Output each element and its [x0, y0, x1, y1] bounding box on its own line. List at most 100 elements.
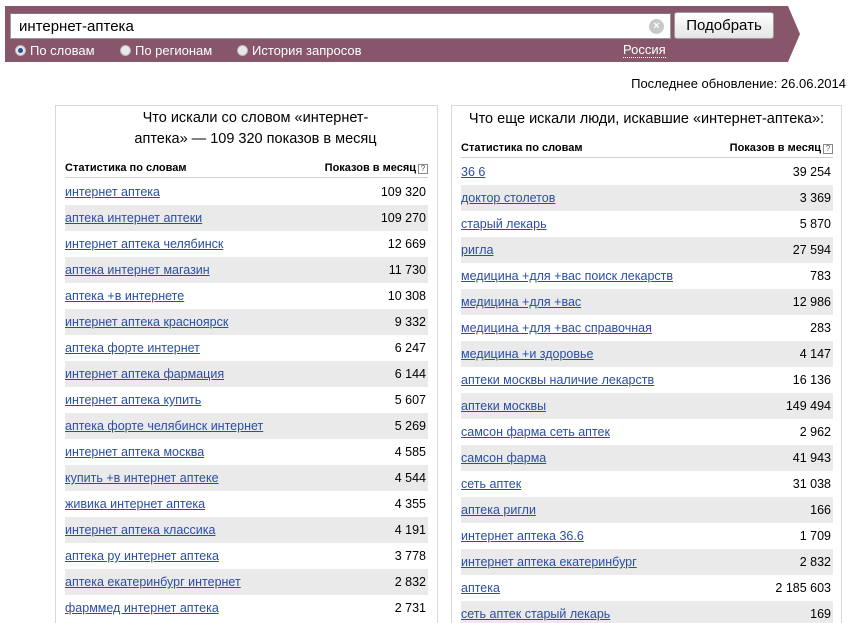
query-link[interactable]: медицина +для +вас поиск лекарств [461, 269, 673, 283]
query-link[interactable]: ригла [461, 243, 493, 257]
query-link[interactable]: интернет аптека классика [65, 523, 215, 537]
query-link[interactable]: аптеки москвы [461, 399, 546, 413]
table-row: интернет аптека 109 320 [65, 179, 428, 205]
query-link[interactable]: сеть аптек старый лекарь [461, 607, 610, 621]
table-header: Статистика по словам Показов в месяц? [461, 140, 833, 158]
query-link[interactable]: интернет аптека москва [65, 445, 204, 459]
impressions-count: 16 136 [792, 373, 831, 387]
impressions-count: 169 [810, 607, 831, 621]
impressions-count: 27 594 [792, 243, 831, 257]
impressions-count: 5 870 [799, 217, 831, 231]
radio-icon[interactable] [120, 45, 131, 56]
impressions-count: 3 778 [394, 549, 426, 563]
region-selector-link[interactable]: Россия [623, 42, 666, 58]
table-row: фарммед интернет аптека 2 731 [65, 595, 428, 621]
query-link[interactable]: интернет аптека челябинск [65, 237, 223, 251]
impressions-count: 6 144 [394, 367, 426, 381]
table-row: аптека екатеринбург интернет 2 832 [65, 569, 428, 595]
query-link[interactable]: самсон фарма сеть аптек [461, 425, 610, 439]
query-link[interactable]: самсон фарма [461, 451, 546, 465]
impressions-count: 12 669 [387, 237, 426, 251]
radio-selected-icon[interactable] [15, 45, 26, 56]
panel-title: Что еще искали люди, искавшие «интернет-… [468, 111, 825, 127]
impressions-count: 31 038 [792, 477, 831, 491]
query-link[interactable]: аптека интернет аптеки [65, 211, 202, 225]
related-queries-table: 36 6 39 254 доктор столетов 3 369 старый лек… [461, 159, 833, 623]
query-link[interactable]: аптека [461, 581, 500, 595]
impressions-count: 12 986 [792, 295, 831, 309]
panel-title: Что искали со словом «интернет- аптека» … [56, 106, 437, 150]
query-link[interactable]: интернет аптека купить [65, 393, 201, 407]
word-stats-table: интернет аптека 109 320 аптека интернет ап… [65, 179, 428, 621]
impressions-count: 41 943 [792, 451, 831, 465]
impressions-count: 4 355 [394, 497, 426, 511]
table-row: интернет аптека москва 4 585 [65, 439, 428, 465]
impressions-count: 166 [810, 503, 831, 517]
mode-by-words[interactable]: По словам [15, 43, 95, 58]
table-row: интернет аптека челябинск 12 669 [65, 231, 428, 257]
table-row: аптека форте интернет 6 247 [65, 335, 428, 361]
table-row: интернет аптека фармация 6 144 [65, 361, 428, 387]
table-row: интернет аптека красноярск 9 332 [65, 309, 428, 335]
impressions-count: 283 [810, 321, 831, 335]
table-row: интернет аптека купить 5 607 [65, 387, 428, 413]
impressions-count: 2 185 603 [775, 581, 831, 595]
query-link[interactable]: интернет аптека екатеринбург [461, 555, 637, 569]
search-input[interactable]: интернет-аптека × [10, 13, 671, 39]
mode-query-history[interactable]: История запросов [237, 43, 362, 58]
query-link[interactable]: медицина +для +вас справочная [461, 321, 652, 335]
query-link[interactable]: интернет аптека 36.6 [461, 529, 584, 543]
table-row: самсон фарма сеть аптек 2 962 [461, 419, 833, 445]
query-link[interactable]: аптека интернет магазин [65, 263, 210, 277]
query-link[interactable]: аптека форте интернет [65, 341, 200, 355]
impressions-count: 783 [810, 269, 831, 283]
table-row: аптека форте челябинск интернет 5 269 [65, 413, 428, 439]
table-row: аптека ру интернет аптека 3 778 [65, 543, 428, 569]
table-row: интернет аптека классика 4 191 [65, 517, 428, 543]
query-link[interactable]: аптеки москвы наличие лекарств [461, 373, 654, 387]
query-link[interactable]: сеть аптек [461, 477, 521, 491]
last-updated-text: Последнее обновление: 26.06.2014 [631, 76, 846, 91]
impressions-count: 109 270 [380, 211, 426, 225]
query-link[interactable]: аптека +в интернете [65, 289, 184, 303]
scrollbar-track[interactable] [852, 105, 868, 623]
column-header-query: Статистика по словам [65, 162, 187, 174]
table-row: аптека ригли 166 [461, 497, 833, 523]
query-link[interactable]: медицина +и здоровье [461, 347, 593, 361]
query-link[interactable]: фарммед интернет аптека [65, 601, 219, 615]
radio-icon[interactable] [237, 45, 248, 56]
impressions-count: 109 320 [380, 185, 426, 199]
table-row: медицина +для +вас справочная 283 [461, 315, 833, 341]
impressions-count: 4 191 [394, 523, 426, 537]
table-row: аптеки москвы 149 494 [461, 393, 833, 419]
query-link[interactable]: живика интернет аптека [65, 497, 205, 511]
query-link[interactable]: интернет аптека [65, 185, 160, 199]
column-header-impressions: Показов в месяц? [730, 142, 833, 154]
impressions-count: 3 369 [799, 191, 831, 205]
query-link[interactable]: аптека ригли [461, 503, 536, 517]
query-link[interactable]: аптека ру интернет аптека [65, 549, 219, 563]
query-link[interactable]: доктор столетов [461, 191, 555, 205]
impressions-count: 9 332 [394, 315, 426, 329]
impressions-count: 2 832 [394, 575, 426, 589]
query-link[interactable]: старый лекарь [461, 217, 547, 231]
table-row: аптека +в интернете 10 308 [65, 283, 428, 309]
query-link[interactable]: аптека форте челябинск интернет [65, 419, 263, 433]
help-icon[interactable]: ? [823, 144, 833, 154]
mode-by-words-label: По словам [30, 43, 95, 58]
query-link[interactable]: аптека екатеринбург интернет [65, 575, 241, 589]
table-row: старый лекарь 5 870 [461, 211, 833, 237]
query-link[interactable]: 36 6 [461, 165, 485, 179]
query-link[interactable]: интернет аптека фармация [65, 367, 224, 381]
clear-icon[interactable]: × [649, 19, 664, 34]
table-header: Статистика по словам Показов в месяц? [65, 160, 428, 178]
related-queries-panel: Что еще искали люди, искавшие «интернет-… [451, 105, 842, 623]
submit-button[interactable]: Подобрать [674, 12, 774, 39]
query-link[interactable]: купить +в интернет аптеке [65, 471, 219, 485]
table-row: интернет аптека 36.6 1 709 [461, 523, 833, 549]
query-link[interactable]: медицина +для +вас [461, 295, 581, 309]
column-header-impressions-label: Показов в месяц [324, 162, 416, 174]
query-link[interactable]: интернет аптека красноярск [65, 315, 228, 329]
mode-by-regions[interactable]: По регионам [120, 43, 212, 58]
help-icon[interactable]: ? [418, 164, 428, 174]
